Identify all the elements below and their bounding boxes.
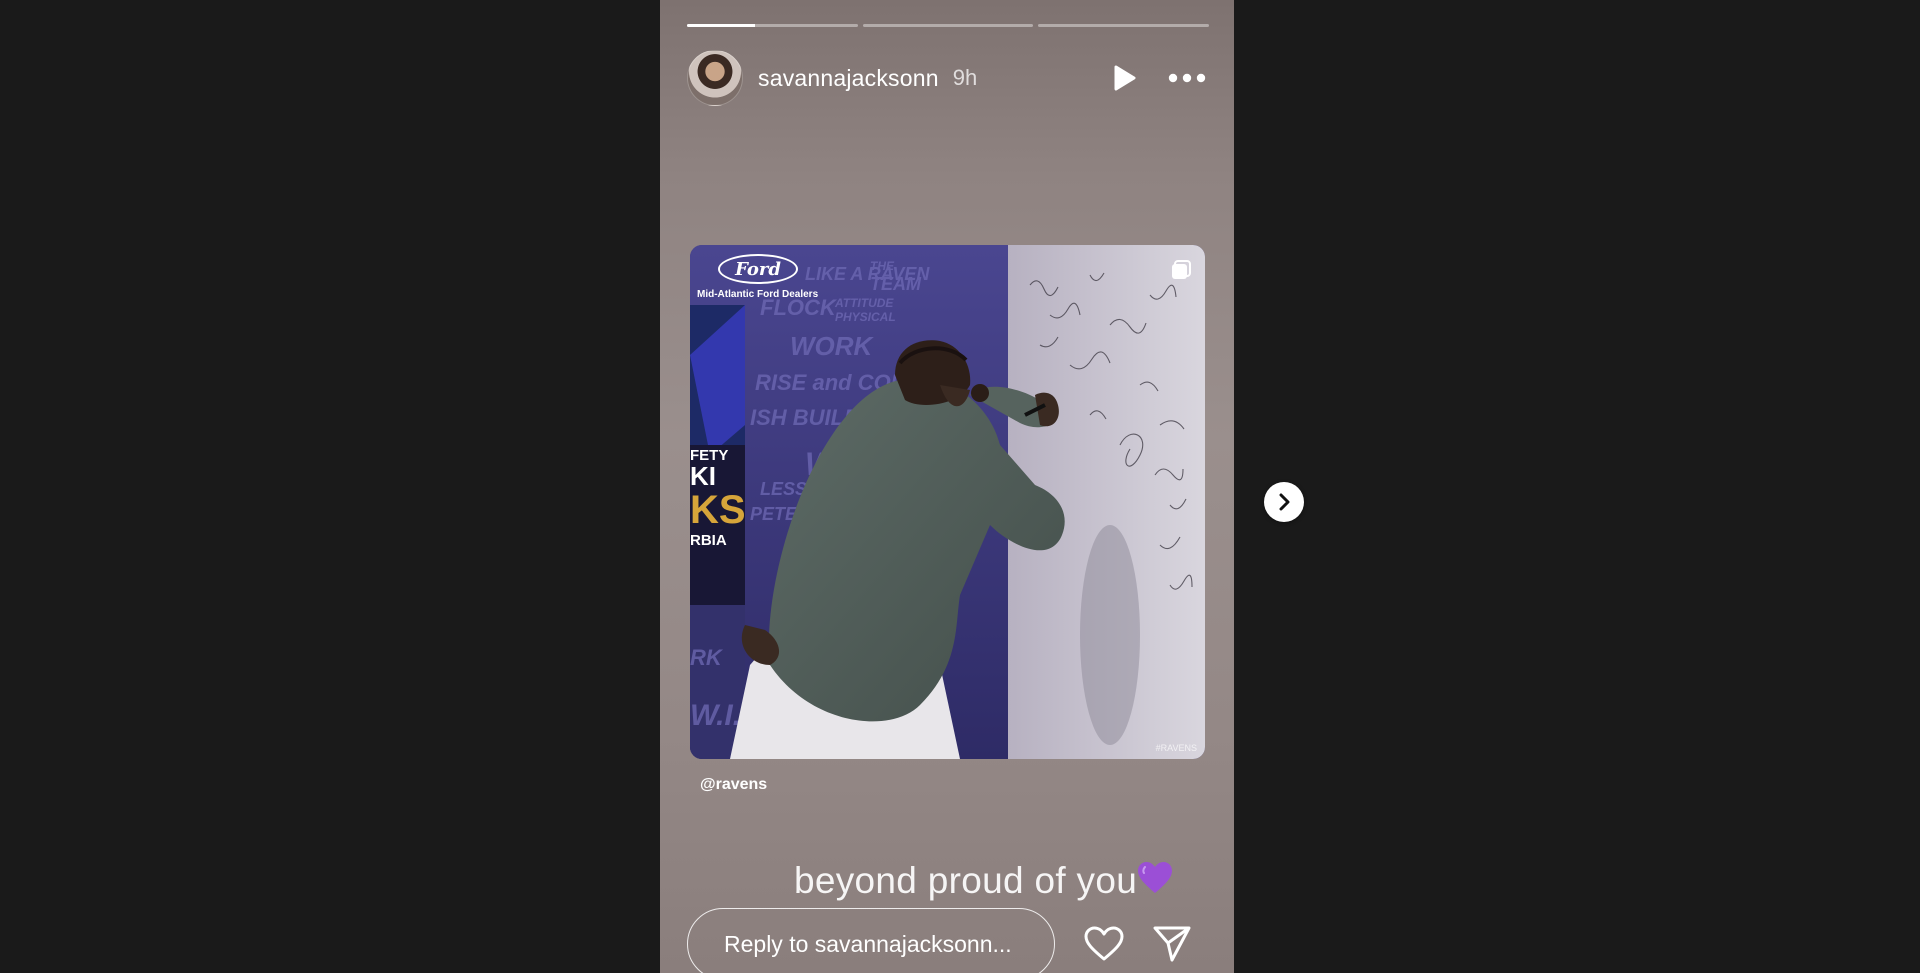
more-options-button[interactable] xyxy=(1165,58,1209,98)
more-horizontal-icon xyxy=(1168,73,1206,83)
shared-post-image[interactable]: LIKE A RAVEN THE TEAM FLOCK ATTITUDE PHY… xyxy=(690,245,1205,759)
progress-segment xyxy=(1038,24,1210,27)
like-button[interactable] xyxy=(1081,921,1127,967)
username[interactable]: savannajacksonn xyxy=(758,65,939,92)
play-icon xyxy=(1114,65,1136,91)
play-button[interactable] xyxy=(1105,58,1145,98)
svg-text:THE: THE xyxy=(870,259,895,273)
copy-icon xyxy=(1172,260,1191,279)
next-story-button[interactable] xyxy=(1264,482,1304,522)
svg-text:PHYSICAL: PHYSICAL xyxy=(835,310,896,324)
svg-text:LESS: LESS xyxy=(760,479,807,499)
progress-segment xyxy=(687,24,858,27)
story-card[interactable]: savannajacksonn 9h LIKE A RAVEN THE TEAM… xyxy=(660,0,1234,973)
heart-outline-icon xyxy=(1084,926,1124,961)
purple-heart-emoji xyxy=(1138,862,1173,893)
paper-plane-icon xyxy=(1153,926,1191,962)
story-viewer: savannajacksonn 9h LIKE A RAVEN THE TEAM… xyxy=(0,0,1920,973)
svg-text:RK: RK xyxy=(690,645,724,670)
story-progress-bar xyxy=(687,24,1210,28)
time-ago: 9h xyxy=(952,65,978,90)
ford-logo: Ford xyxy=(718,254,798,284)
progress-segment xyxy=(862,24,1034,27)
story-footer xyxy=(687,908,1209,973)
svg-text:ATTITUDE: ATTITUDE xyxy=(834,296,894,310)
avatar[interactable] xyxy=(687,50,743,106)
svg-text:KS: KS xyxy=(690,488,746,532)
svg-text:TEAM: TEAM xyxy=(870,274,922,294)
caption-text: beyond proud of you xyxy=(794,860,1138,901)
story-caption: beyond proud of you xyxy=(794,860,1194,902)
send-button[interactable] xyxy=(1149,921,1195,967)
svg-text:W.I.: W.I. xyxy=(690,699,741,732)
story-header: savannajacksonn 9h xyxy=(687,50,1209,106)
svg-text:RBIA: RBIA xyxy=(690,532,727,549)
watermark: #RAVENS xyxy=(1155,743,1197,753)
dealer-label: Mid-Atlantic Ford Dealers xyxy=(697,289,819,300)
svg-text:KI: KI xyxy=(690,461,716,491)
svg-text:PETE: PETE xyxy=(750,504,798,524)
chevron-right-icon xyxy=(1279,493,1290,511)
mention-tag[interactable]: @ravens xyxy=(700,776,767,794)
post-photo-illustration: LIKE A RAVEN THE TEAM FLOCK ATTITUDE PHY… xyxy=(690,245,1205,759)
reply-input[interactable] xyxy=(687,908,1055,973)
svg-text:WORK: WORK xyxy=(790,331,875,361)
progress-fill xyxy=(687,24,756,27)
